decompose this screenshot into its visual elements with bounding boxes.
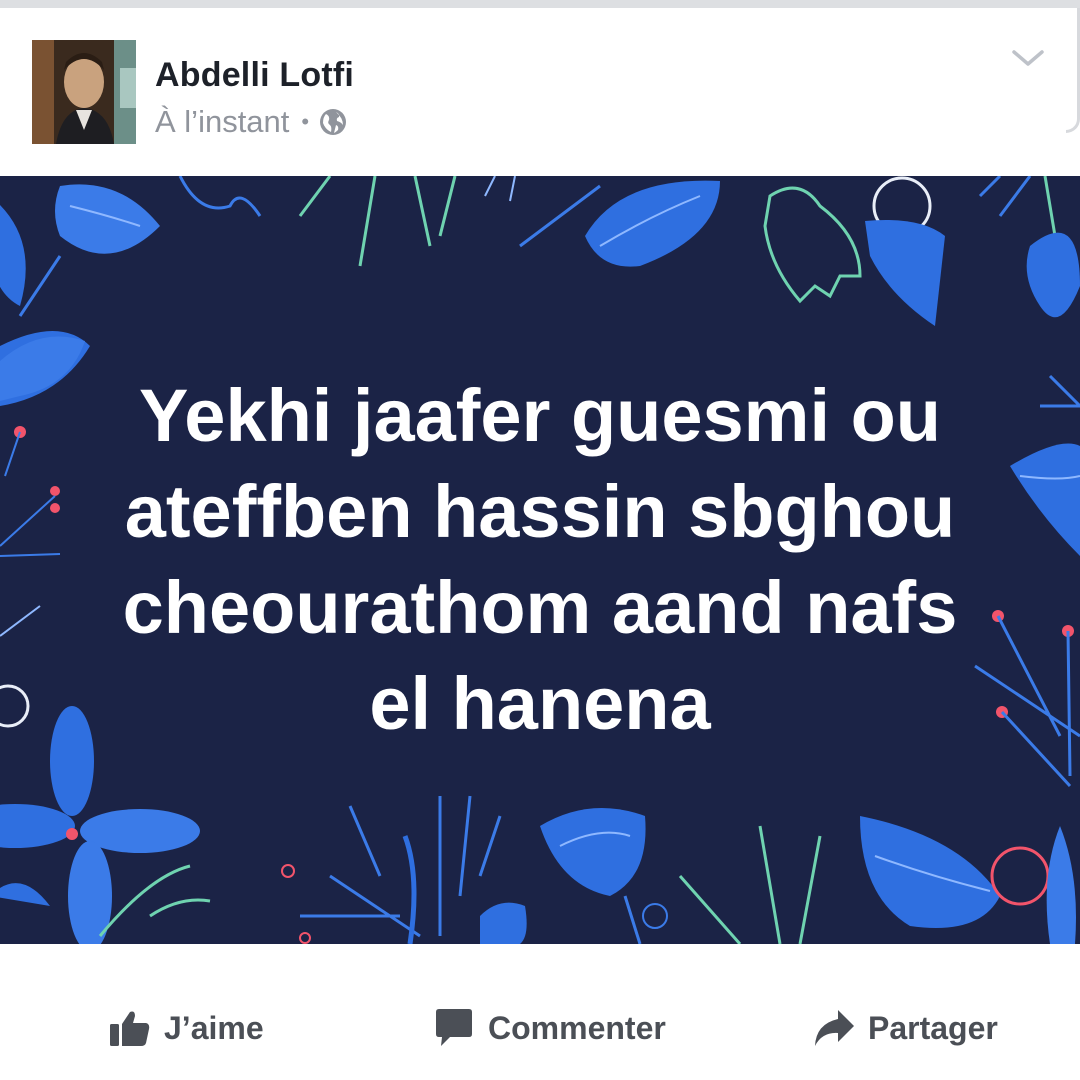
like-button[interactable]: J’aime (108, 1006, 264, 1050)
thumbs-up-icon (110, 1011, 150, 1046)
post-header: Abdelli Lotfi À l’instant • (0, 8, 1080, 176)
post-timestamp[interactable]: À l’instant (155, 104, 289, 140)
post-background-banner: Yekhi jaafer guesmi ou ateffben hassin s… (0, 176, 1080, 944)
comment-icon (436, 1009, 472, 1046)
like-label: J’aime (164, 1009, 264, 1046)
top-strip (0, 0, 1080, 8)
comment-label: Commenter (488, 1009, 666, 1046)
share-arrow-icon (815, 1010, 854, 1046)
comment-button[interactable]: Commenter (432, 1006, 666, 1050)
action-bar: J’aime Commenter Partager (0, 944, 1080, 1080)
author-name[interactable]: Abdelli Lotfi (155, 56, 354, 95)
post-meta: À l’instant • (155, 104, 347, 140)
meta-separator: • (301, 109, 310, 134)
avatar[interactable] (32, 40, 136, 144)
chevron-down-icon[interactable] (1010, 46, 1046, 70)
post-text: Yekhi jaafer guesmi ou ateffben hassin s… (122, 374, 958, 745)
globe-icon[interactable] (319, 108, 347, 136)
share-button[interactable]: Partager (812, 1006, 998, 1050)
share-label: Partager (868, 1009, 998, 1046)
